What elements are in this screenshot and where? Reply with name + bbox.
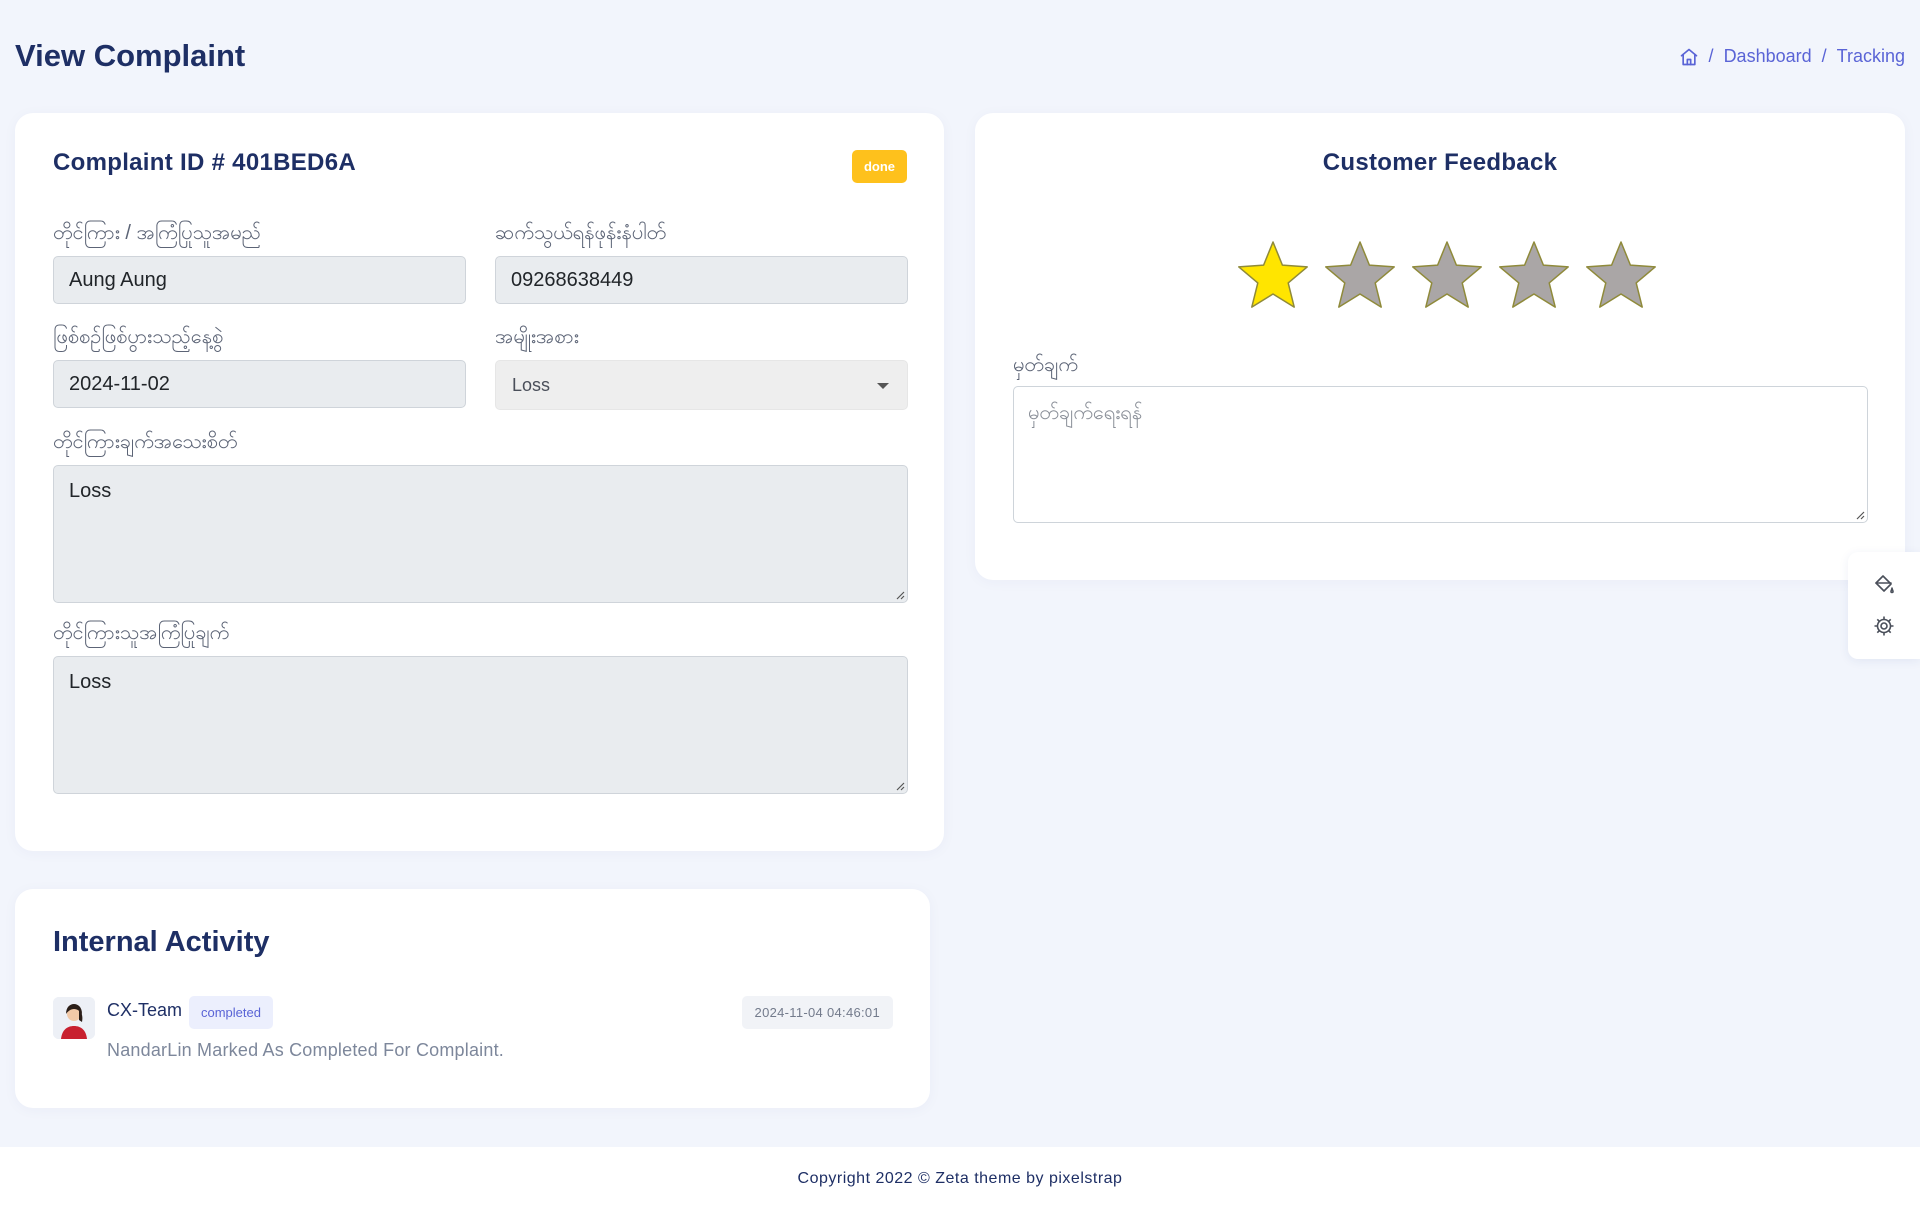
date-label: ဖြစ်စဉ်ဖြစ်ပွားသည့်နေ့စွဲ — [53, 326, 224, 348]
phone-label: ဆက်သွယ်ရန်ဖုန်းနံပါတ် — [495, 222, 667, 244]
type-select[interactable]: Loss — [495, 360, 908, 410]
star-empty-icon[interactable] — [1583, 238, 1659, 314]
remark-label: မှတ်ချက် — [1013, 354, 1078, 376]
star-empty-icon[interactable] — [1322, 238, 1398, 314]
suggestion-textarea[interactable]: Loss — [53, 656, 908, 794]
activity-title: Internal Activity — [53, 926, 270, 958]
activity-card: Internal Activity CX-Team completed 2024… — [15, 889, 930, 1108]
breadcrumb-dashboard[interactable]: Dashboard — [1724, 46, 1812, 67]
resize-grip-icon[interactable] — [894, 589, 905, 600]
star-filled-icon[interactable] — [1235, 238, 1311, 314]
complainant-name-field[interactable]: Aung Aung — [53, 256, 466, 304]
type-select-value: Loss — [512, 375, 551, 395]
star-rating[interactable] — [1235, 238, 1659, 314]
footer: Copyright 2022 © Zeta theme by pixelstra… — [0, 1147, 1920, 1212]
page-title: View Complaint — [15, 38, 246, 73]
complainant-name-label: တိုင်ကြား / အကြံပြုသူအမည် — [53, 222, 261, 244]
paint-bucket-icon[interactable] — [1872, 572, 1896, 596]
feedback-title: Customer Feedback — [1322, 149, 1558, 176]
suggestion-text: Loss — [69, 671, 112, 693]
breadcrumb-separator: / — [1708, 46, 1714, 66]
status-badge: done — [851, 150, 907, 183]
date-field[interactable]: 2024-11-02 — [53, 360, 466, 408]
remark-textarea[interactable]: မှတ်ချက်ရေးရန် — [1013, 386, 1868, 523]
complaint-title: Complaint ID # 401BED6A — [53, 149, 356, 176]
home-icon[interactable] — [1679, 47, 1699, 67]
details-label: တိုင်ကြားချက်အသေးစိတ် — [53, 431, 238, 453]
breadcrumb-separator: / — [1821, 46, 1827, 66]
complaint-card: Complaint ID # 401BED6A done တိုင်ကြား /… — [15, 113, 944, 851]
breadcrumb-tracking[interactable]: Tracking — [1837, 46, 1905, 67]
resize-grip-icon[interactable] — [894, 780, 905, 791]
star-empty-icon[interactable] — [1409, 238, 1485, 314]
resize-grip-icon[interactable] — [1854, 509, 1865, 520]
remark-placeholder: မှတ်ချက်ရေးရန် — [1028, 402, 1143, 424]
phone-field[interactable]: 09268638449 — [495, 256, 908, 304]
details-textarea[interactable]: Loss — [53, 465, 908, 603]
details-text: Loss — [69, 480, 112, 502]
floating-toolbar — [1848, 552, 1920, 659]
type-label: အမျိုးအစား — [495, 326, 579, 348]
star-empty-icon[interactable] — [1496, 238, 1572, 314]
activity-description: NandarLin Marked As Completed For Compla… — [107, 1040, 504, 1060]
suggestion-label: တိုင်ကြားသူအကြံပြုချက် — [53, 622, 230, 644]
feedback-card: Customer Feedback မှတ်ချက် မှတ်ချက်ရေးရန… — [975, 113, 1905, 580]
breadcrumb: / Dashboard / Tracking — [1679, 46, 1905, 67]
page: View Complaint / Dashboard / Tracking Co… — [0, 0, 1920, 1212]
activity-timestamp: 2024-11-04 04:46:01 — [741, 996, 893, 1029]
avatar — [53, 997, 95, 1039]
footer-copyright: Copyright 2022 © Zeta theme by pixelstra… — [797, 1170, 1123, 1187]
chevron-down-icon — [877, 383, 889, 389]
activity-user: CX-Team — [107, 1000, 183, 1020]
gear-icon[interactable] — [1872, 614, 1896, 638]
activity-status-badge: completed — [189, 996, 273, 1029]
